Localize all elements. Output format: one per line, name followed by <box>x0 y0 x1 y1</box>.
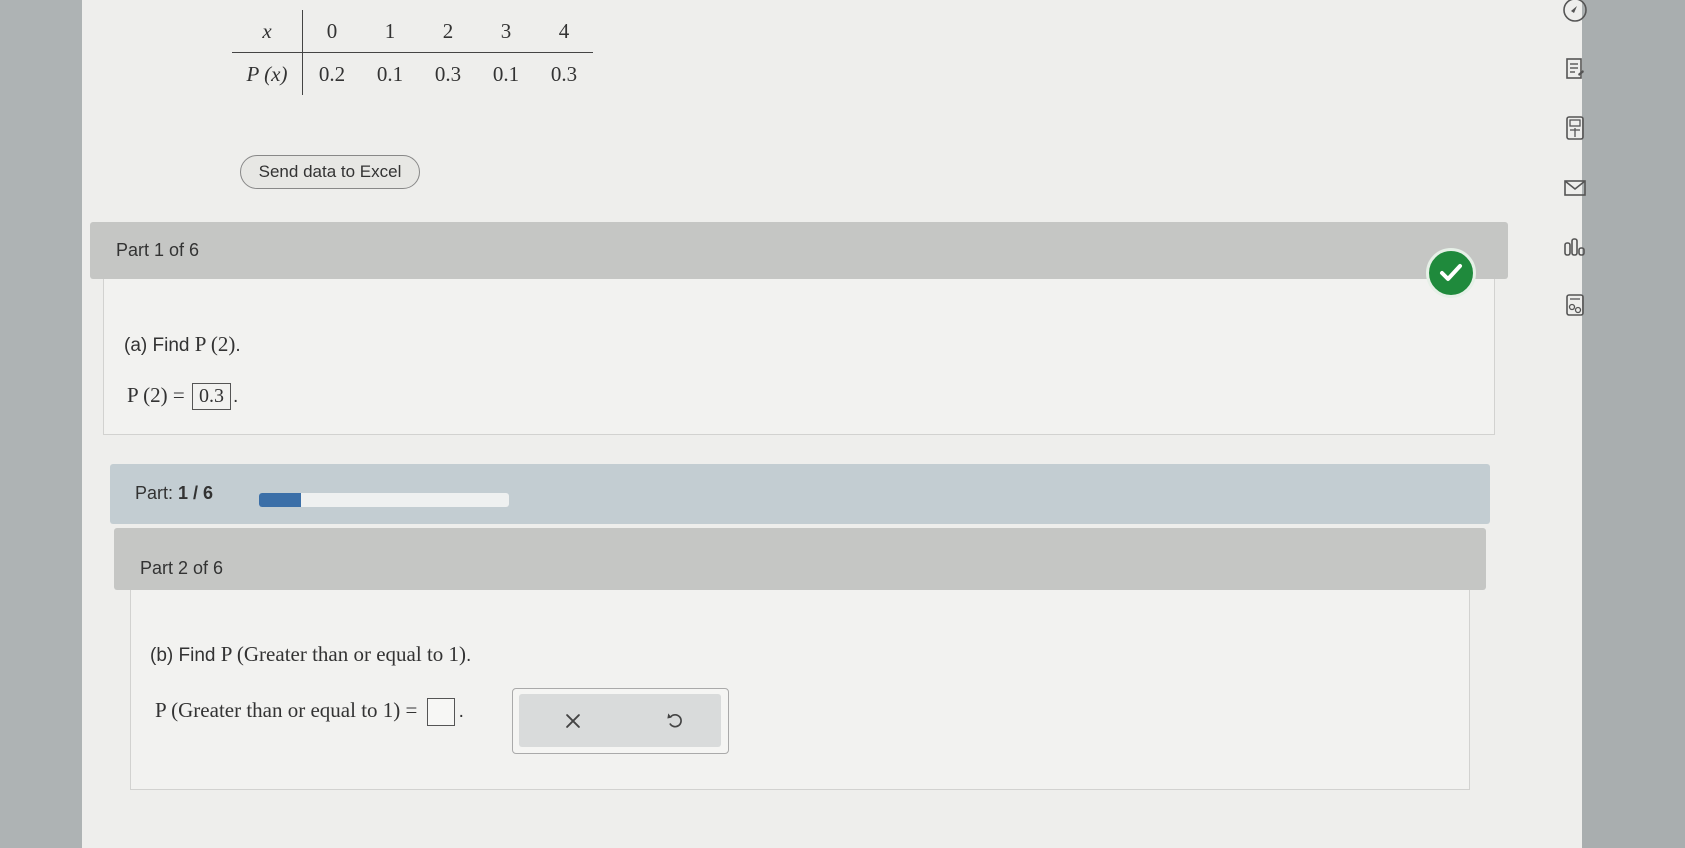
x-value: 3 <box>477 10 535 53</box>
p-value: 0.3 <box>434 61 462 86</box>
progress-label: Part: <box>135 483 174 503</box>
part1-answer-box[interactable]: 0.3 <box>192 383 232 411</box>
correct-check-icon <box>1426 248 1476 298</box>
x-value: 0 <box>302 10 361 53</box>
report-icon[interactable] <box>1562 292 1588 318</box>
progress-bar <box>259 493 509 507</box>
stats-icon[interactable] <box>1562 235 1588 261</box>
p-row: P (x) 0.2 0.1 0.3 0.1 0.3 <box>232 52 593 95</box>
part1-question-suffix: . <box>235 335 241 356</box>
part2-answer-input[interactable] <box>426 698 455 726</box>
part2-question-prefix: (b) Find <box>150 645 221 666</box>
part2-question-math: P (Greater than or equal to 1) <box>220 642 467 666</box>
notes-icon[interactable] <box>1562 56 1588 82</box>
part2-answer-suffix: . <box>458 701 464 723</box>
progress-bar-fill <box>259 493 301 507</box>
part1-answer-lhs: P (2) = <box>127 383 185 407</box>
x-row: x 0 1 2 3 4 <box>232 10 593 53</box>
part2-title: Part 2 of 6 <box>140 558 224 578</box>
part1-body <box>103 279 1495 435</box>
mail-icon[interactable] <box>1562 175 1588 201</box>
part2-question: (b) Find P (Greater than or equal to 1). <box>150 642 471 667</box>
undo-icon[interactable] <box>662 708 688 734</box>
p-value: 0.1 <box>492 61 520 86</box>
answer-tools-panel <box>519 694 721 747</box>
compass-icon[interactable] <box>1562 0 1588 26</box>
p-value: 0.1 <box>376 61 404 86</box>
answer-tools <box>512 688 729 754</box>
part1-question: (a) Find P (2). <box>124 332 241 357</box>
side-toolbar <box>1545 0 1603 340</box>
part2-header: Part 2 of 6 <box>114 528 1486 590</box>
p-value: 0.3 <box>550 61 578 86</box>
part2-question-suffix: . <box>466 645 472 666</box>
probability-table: x 0 1 2 3 4 P (x) 0.2 0.1 0.3 0.1 0.3 <box>232 10 593 95</box>
part1-title: Part 1 of 6 <box>116 240 200 260</box>
x-value: 1 <box>361 10 419 53</box>
clear-x-icon[interactable] <box>560 708 586 734</box>
x-value: 4 <box>535 10 593 53</box>
part2-answer: P (Greater than or equal to 1) = . <box>155 698 464 726</box>
calculator-icon[interactable] <box>1562 115 1588 141</box>
progress-text: Part: 1 / 6 <box>135 483 213 504</box>
part2-answer-lhs: P (Greater than or equal to 1) = <box>155 698 418 723</box>
p-value: 0.2 <box>318 61 346 86</box>
part1-question-prefix: (a) Find <box>124 335 195 356</box>
x-label: x <box>232 10 303 53</box>
part2-body <box>130 590 1470 790</box>
p-label: P (x) <box>232 52 303 95</box>
part1-answer: P (2) = 0.3. <box>127 383 239 411</box>
x-value: 2 <box>419 10 477 53</box>
progress-panel: Part: 1 / 6 <box>110 464 1490 524</box>
part1-answer-suffix: . <box>233 386 239 407</box>
part1-question-math: P (2) <box>194 332 236 356</box>
send-to-excel-button[interactable]: Send data to Excel <box>240 155 420 189</box>
part1-header: Part 1 of 6 <box>90 222 1508 279</box>
progress-count: 1 / 6 <box>178 483 214 503</box>
